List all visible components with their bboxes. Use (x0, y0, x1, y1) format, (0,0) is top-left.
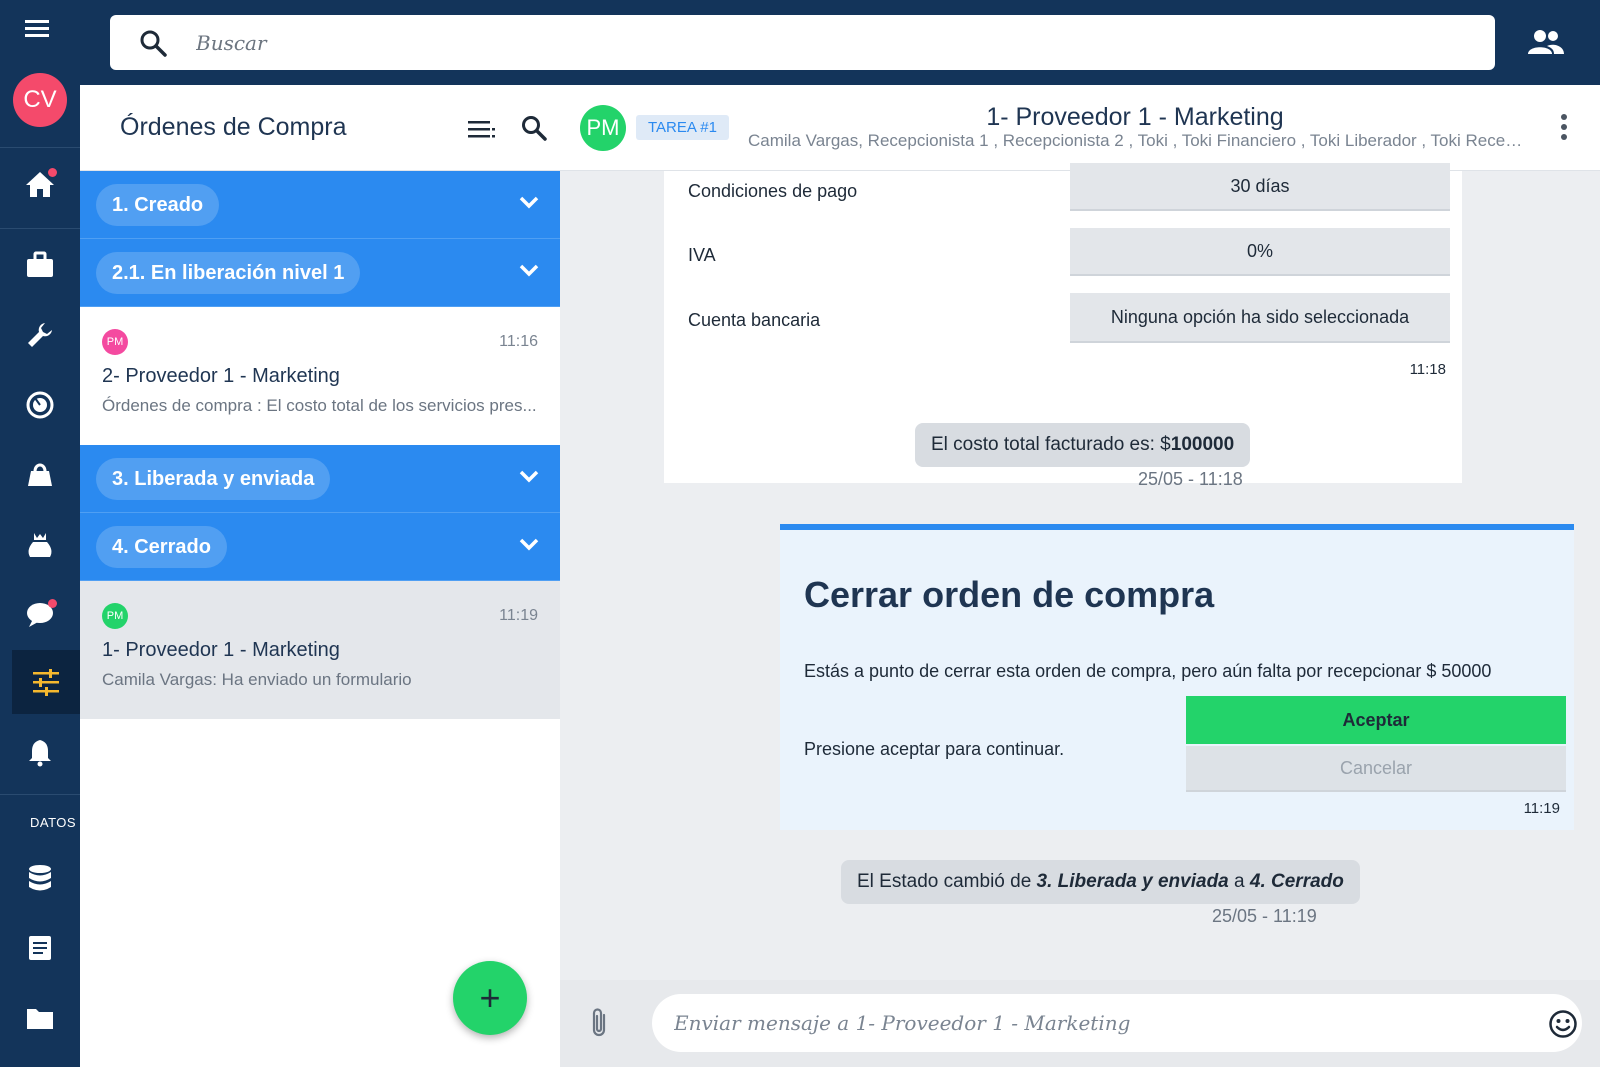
sliders-icon (33, 669, 59, 696)
more-options-icon[interactable] (1560, 113, 1568, 141)
chevron-down-icon (519, 470, 539, 483)
status-group-label: 1. Creado (96, 184, 220, 226)
rail-divider (0, 147, 80, 148)
nav-home[interactable] (6, 152, 74, 216)
top-bar (0, 0, 1600, 85)
rail-section-label: DATOS (30, 815, 77, 830)
orders-list-panel: Órdenes de Compra 1. Creado 2.1. En libe… (80, 85, 560, 1067)
nav-dashboard[interactable] (6, 373, 74, 437)
rail-divider (0, 794, 80, 795)
field-label: Cuenta bancaria (688, 310, 821, 330)
people-icon[interactable] (1528, 28, 1564, 56)
wrench-icon (28, 323, 52, 347)
cost-notice: El costo total facturado es: $100000 (915, 423, 1251, 467)
message-composer (560, 980, 1600, 1067)
notice-timestamp: 25/05 - 11:19 (1212, 906, 1317, 926)
status-group-en-liberacion[interactable]: 2.1. En liberación nivel 1 (80, 239, 560, 307)
message-time: 11:18 (1409, 361, 1446, 378)
database-icon (29, 865, 51, 891)
nav-notifications[interactable] (6, 720, 74, 784)
gauge-icon (26, 391, 54, 419)
nav-briefcase[interactable] (6, 233, 74, 297)
close-order-text: Estás a punto de cerrar esta orden de co… (804, 661, 1492, 681)
close-order-prompt: Presione aceptar para continuar. (804, 739, 1065, 759)
conversation-item[interactable]: PM 11:19 1- Proveedor 1 - Marketing Cami… (80, 581, 560, 719)
hamburger-menu-icon[interactable] (22, 16, 56, 42)
filter-list-icon[interactable] (468, 119, 496, 139)
notice-timestamp: 25/05 - 11:18 (1138, 469, 1243, 489)
emoji-icon[interactable] (1548, 1009, 1578, 1039)
state-notice-to: 4. Cerrado (1249, 871, 1344, 892)
state-notice-middle: a (1234, 871, 1245, 892)
search-icon[interactable] (520, 114, 548, 142)
close-order-title: Cerrar orden de compra (804, 574, 1215, 615)
message-input[interactable] (652, 994, 1582, 1052)
briefcase-icon (27, 251, 53, 277)
nav-settings[interactable] (12, 650, 80, 714)
conversation-name: 1- Proveedor 1 - Marketing (102, 639, 340, 661)
avatar: PM (102, 603, 128, 629)
conversation-time: 11:19 (499, 607, 538, 624)
status-group-creado[interactable]: 1. Creado (80, 171, 560, 239)
field-value: Ninguna opción ha sido seleccionada (1070, 293, 1450, 343)
add-button[interactable]: + (453, 961, 527, 1035)
chevron-down-icon (519, 196, 539, 209)
nav-tools[interactable] (6, 303, 74, 367)
conversation-name: 2- Proveedor 1 - Marketing (102, 365, 340, 387)
conversation-item[interactable]: PM 11:16 2- Proveedor 1 - Marketing Órde… (80, 307, 560, 445)
paperclip-icon[interactable] (588, 1006, 610, 1040)
folder-icon (27, 1009, 53, 1029)
nav-documents[interactable] (6, 916, 74, 980)
chat-title: 1- Proveedor 1 - Marketing (986, 103, 1284, 131)
chevron-down-icon (519, 538, 539, 551)
status-group-liberada[interactable]: 3. Liberada y enviada (80, 445, 560, 513)
field-label: Condiciones de pago (688, 181, 858, 201)
state-notice-from: 3. Liberada y enviada (1036, 871, 1229, 892)
field-label: IVA (688, 245, 716, 265)
bell-icon (29, 740, 51, 767)
document-icon (29, 936, 51, 960)
rail-divider (0, 228, 80, 229)
nav-shopping[interactable] (6, 443, 74, 507)
notification-dot (48, 168, 57, 177)
avatar: PM (102, 329, 128, 355)
nav-chat[interactable] (6, 583, 74, 647)
status-group-label: 2.1. En liberación nivel 1 (96, 252, 361, 294)
notification-dot (48, 599, 57, 608)
global-search-box (110, 15, 1495, 70)
search-icon (140, 30, 167, 57)
global-search-input[interactable] (196, 30, 1396, 55)
conversation-preview: Camila Vargas: Ha enviado un formulario (102, 670, 412, 689)
user-avatar[interactable]: CV (13, 73, 67, 127)
cost-notice-prefix: El costo total facturado es: $ (931, 434, 1171, 455)
nav-rail: CV DATOS (0, 73, 80, 1067)
shopping-bag-icon (28, 463, 52, 486)
status-group-label: 3. Liberada y enviada (96, 458, 331, 500)
nav-database[interactable] (6, 846, 74, 910)
state-notice-prefix: El Estado cambió de (857, 871, 1032, 892)
conversation-time: 11:16 (499, 333, 538, 350)
field-value: 0% (1070, 228, 1450, 276)
chat-participants: Camila Vargas, Recepcionista 1 , Recepci… (748, 131, 1528, 150)
accept-button[interactable]: Aceptar (1186, 696, 1566, 744)
state-change-notice: El Estado cambió de 3. Liberada y enviad… (841, 860, 1360, 904)
chat-area: PM TAREA #1 1- Proveedor 1 - Marketing C… (560, 85, 1600, 1067)
close-order-card: Cerrar orden de compra Estás a punto de … (780, 524, 1574, 830)
list-title: Órdenes de Compra (120, 113, 347, 141)
chat-header: PM TAREA #1 1- Proveedor 1 - Marketing C… (560, 85, 1600, 171)
nav-money[interactable] (6, 513, 74, 577)
message-time: 11:19 (1523, 800, 1560, 817)
money-bag-icon (28, 533, 52, 557)
nav-folder[interactable] (6, 986, 74, 1050)
status-group-cerrado[interactable]: 4. Cerrado (80, 513, 560, 581)
list-header: Órdenes de Compra (80, 85, 560, 171)
cost-notice-amount: 100000 (1170, 434, 1235, 455)
conversation-preview: Órdenes de compra : El costo total de lo… (102, 396, 537, 415)
chevron-down-icon (519, 264, 539, 277)
status-group-label: 4. Cerrado (96, 526, 227, 568)
field-value: 30 días (1070, 163, 1450, 211)
cancel-button[interactable]: Cancelar (1186, 746, 1566, 792)
